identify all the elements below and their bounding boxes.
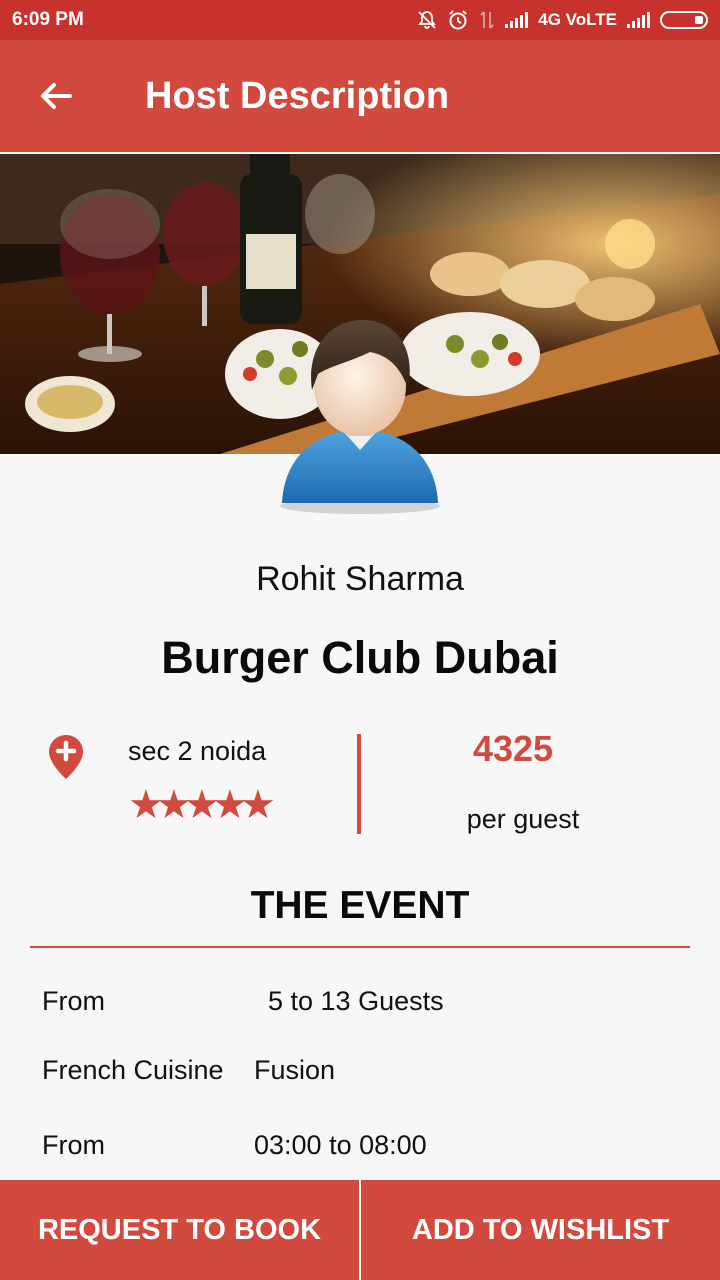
location-pin-icon[interactable] [48,734,84,780]
star-icon: ★ [240,783,276,827]
status-icons: 4G VoLTE [417,9,708,31]
status-bar: 6:09 PM 4G VoLTE [0,0,720,40]
event-row-label: From [42,986,105,1016]
event-row-label: French Cuisine [42,1055,224,1085]
signal-icon-2 [627,12,650,28]
info-row: sec 2 noida ★ ★ ★ ★ ★ 4325 per guest [0,728,720,838]
host-avatar [270,318,450,518]
data-transfer-icon [479,10,495,30]
star-icon: ★ [128,783,164,827]
event-row-value: 5 to 13 Guests [268,986,444,1016]
star-icon: ★ [212,783,248,827]
arrow-back-icon [41,83,72,109]
host-name: Rohit Sharma [256,560,464,598]
status-time: 6:09 PM [12,9,84,30]
event-row-value: Fusion [254,1055,336,1085]
add-to-wishlist-button[interactable]: ADD TO WISHLIST [361,1180,720,1280]
section-divider [30,946,690,948]
venue-name: Burger Club Dubai [161,632,559,683]
star-icon: ★ [184,783,220,827]
bottom-action-bar: REQUEST TO BOOK ADD TO WISHLIST [0,1180,720,1280]
price-value: 4325 [472,728,554,769]
signal-icon [505,12,529,28]
alarm-icon [447,9,469,31]
request-to-book-button[interactable]: REQUEST TO BOOK [0,1180,359,1280]
event-row-value: 03:00 to 08:00 [254,1130,427,1160]
rating-stars: ★ ★ ★ ★ ★ [128,780,276,830]
price-unit: per guest [466,804,580,834]
page-title: Host Description [145,74,450,117]
event-row-label: From [42,1130,105,1160]
back-button[interactable] [0,40,112,152]
battery-icon [660,11,708,29]
star-icon: ★ [156,783,192,827]
network-label: 4G VoLTE [538,10,617,29]
location-text: sec 2 noida [128,736,267,766]
app-toolbar: Host Description [0,40,720,152]
mute-notification-icon [417,10,437,30]
event-section-title: THE EVENT [250,884,470,927]
